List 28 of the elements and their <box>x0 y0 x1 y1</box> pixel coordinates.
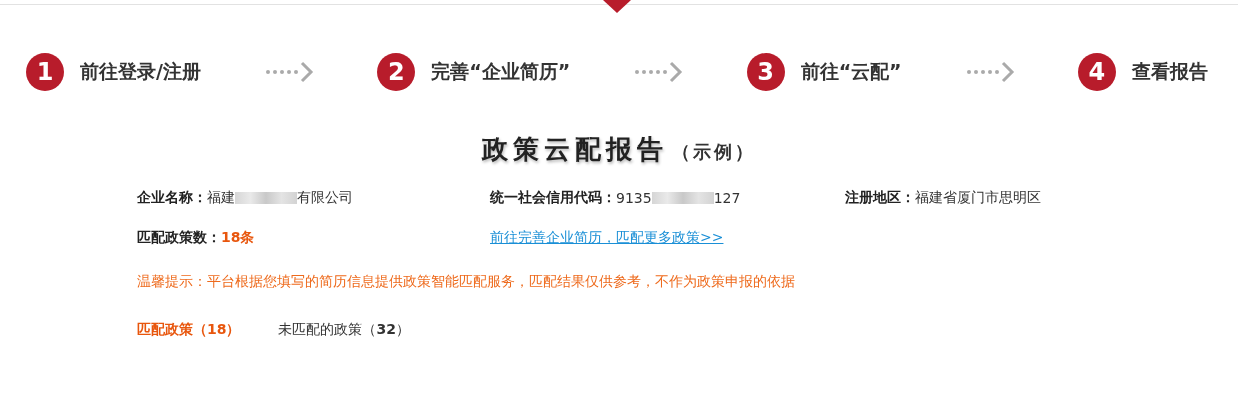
step-number: 4 <box>1077 53 1116 91</box>
dotted-arrow-icon <box>264 60 315 84</box>
field-value: 127 <box>713 190 741 206</box>
field-value: 9135 <box>616 190 652 206</box>
field-label: 企业名称： <box>137 189 207 207</box>
improve-profile-link[interactable]: 前往完善企业简历，匹配更多政策>> <box>490 229 724 247</box>
step-number: 1 <box>26 53 64 91</box>
field-value: 福建省厦门市思明区 <box>915 189 1041 207</box>
report-title: 政策云配报告 <box>482 133 668 166</box>
match-count: 18条 <box>221 229 255 247</box>
field-label: 注册地区： <box>845 189 915 207</box>
step-number: 3 <box>746 53 785 91</box>
step-label: 前往“云配” <box>800 59 902 84</box>
pointer-icon <box>603 0 631 13</box>
field-label: 统一社会信用代码： <box>490 189 616 207</box>
step-label: 前往登录/注册 <box>80 59 201 84</box>
step-label: 查看报告 <box>1131 59 1208 84</box>
field-value: 福建 <box>207 189 235 207</box>
policy-tab[interactable]: 未匹配的政策（32） <box>278 321 410 339</box>
dotted-arrow-icon <box>964 60 1015 84</box>
step-label: 完善“企业简历” <box>431 59 571 84</box>
step-number: 2 <box>377 53 416 91</box>
dotted-arrow-icon <box>633 60 684 84</box>
field-value: 有限公司 <box>297 189 353 207</box>
field-label: 匹配政策数： <box>137 229 221 247</box>
report-subtitle: （示例） <box>672 140 756 164</box>
notice-text: 温馨提示：平台根据您填写的简历信息提供政策智能匹配服务，匹配结果仅供参考，不作为政策申报的依据 <box>136 273 796 291</box>
policy-tab[interactable]: 匹配政策（18） <box>137 321 241 339</box>
